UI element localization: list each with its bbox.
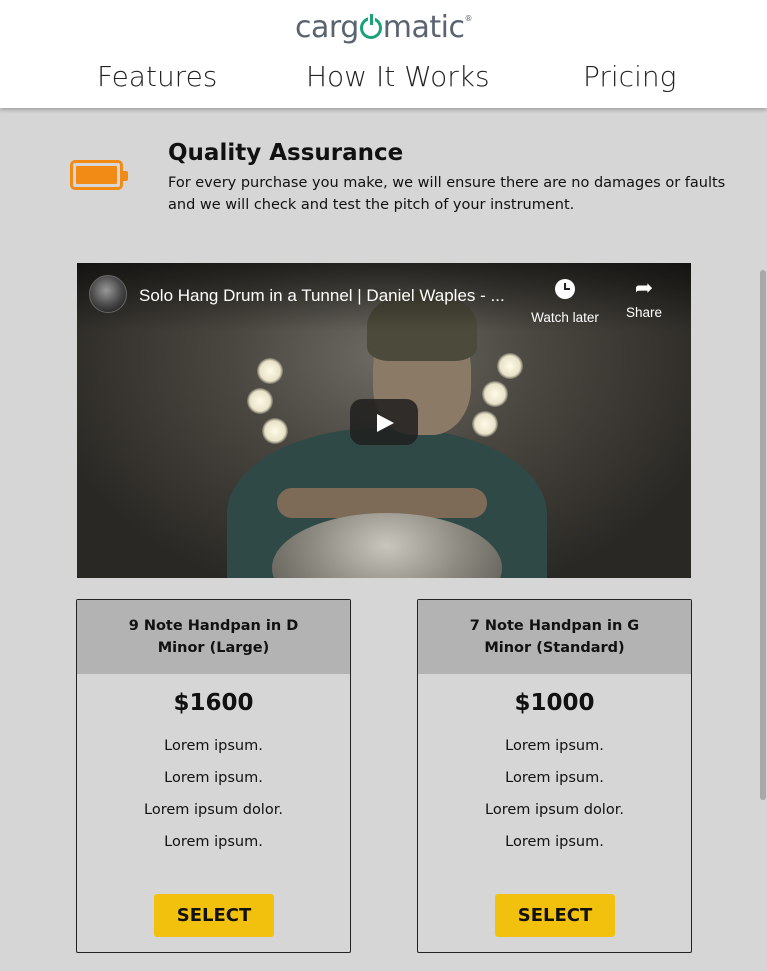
card-title: 9 Note Handpan in D Minor (Large) <box>77 600 350 674</box>
feature-item: Lorem ipsum. <box>164 738 263 754</box>
feature-item: Lorem ipsum. <box>164 770 263 786</box>
nav-how-it-works[interactable]: How It Works <box>306 60 490 93</box>
main-nav: Features How It Works Pricing <box>0 60 767 100</box>
nav-pricing[interactable]: Pricing <box>583 60 676 93</box>
feature-item: Lorem ipsum. <box>505 770 604 786</box>
quality-description: For every purchase you make, we will ens… <box>168 175 726 213</box>
card-features: Lorem ipsum. Lorem ipsum. Lorem ipsum do… <box>418 736 691 864</box>
feature-item: Lorem ipsum. <box>164 834 263 850</box>
video-title[interactable]: Solo Hang Drum in a Tunnel | Daniel Wapl… <box>139 286 505 306</box>
logo-text-end: matic <box>382 10 465 45</box>
feature-item: Lorem ipsum. <box>505 834 604 850</box>
scrollbar[interactable] <box>760 270 766 800</box>
card-features: Lorem ipsum. Lorem ipsum. Lorem ipsum do… <box>77 736 350 864</box>
feature-item: Lorem ipsum dolor. <box>144 802 283 818</box>
channel-avatar[interactable] <box>89 275 127 313</box>
feature-item: Lorem ipsum. <box>505 738 604 754</box>
power-icon <box>359 14 382 39</box>
watch-later-button[interactable]: Watch later <box>529 275 601 325</box>
pricing-card: 7 Note Handpan in G Minor (Standard) $10… <box>417 599 692 953</box>
tunnel-light <box>262 418 288 444</box>
tunnel-light <box>257 358 283 384</box>
tunnel-light <box>247 388 273 414</box>
share-arrow-icon: ➦ <box>634 275 654 300</box>
card-price: $1600 <box>173 690 254 716</box>
feature-item: Lorem ipsum dolor. <box>485 802 624 818</box>
pricing-card: 9 Note Handpan in D Minor (Large) $1600 … <box>76 599 351 953</box>
site-header: carg matic® Features How It Works Pricing <box>0 0 767 108</box>
tunnel-light <box>472 411 498 437</box>
select-button[interactable]: SELECT <box>495 894 615 937</box>
battery-icon <box>70 160 128 190</box>
tunnel-light <box>497 353 523 379</box>
nav-features[interactable]: Features <box>97 60 217 93</box>
clock-icon <box>555 279 575 299</box>
cargomatic-logo[interactable]: carg matic® <box>0 10 767 45</box>
play-button[interactable] <box>350 399 418 445</box>
watch-later-label: Watch later <box>531 310 599 325</box>
quality-title: Quality Assurance <box>168 140 404 166</box>
share-button[interactable]: ➦ Share <box>617 275 671 320</box>
video-player[interactable]: Solo Hang Drum in a Tunnel | Daniel Wapl… <box>77 263 691 578</box>
card-price: $1000 <box>514 690 595 716</box>
select-button[interactable]: SELECT <box>154 894 274 937</box>
card-title: 7 Note Handpan in G Minor (Standard) <box>418 600 691 674</box>
registered-mark: ® <box>464 14 472 23</box>
logo-text-start: carg <box>295 10 359 45</box>
share-label: Share <box>625 305 663 320</box>
tunnel-light <box>482 381 508 407</box>
